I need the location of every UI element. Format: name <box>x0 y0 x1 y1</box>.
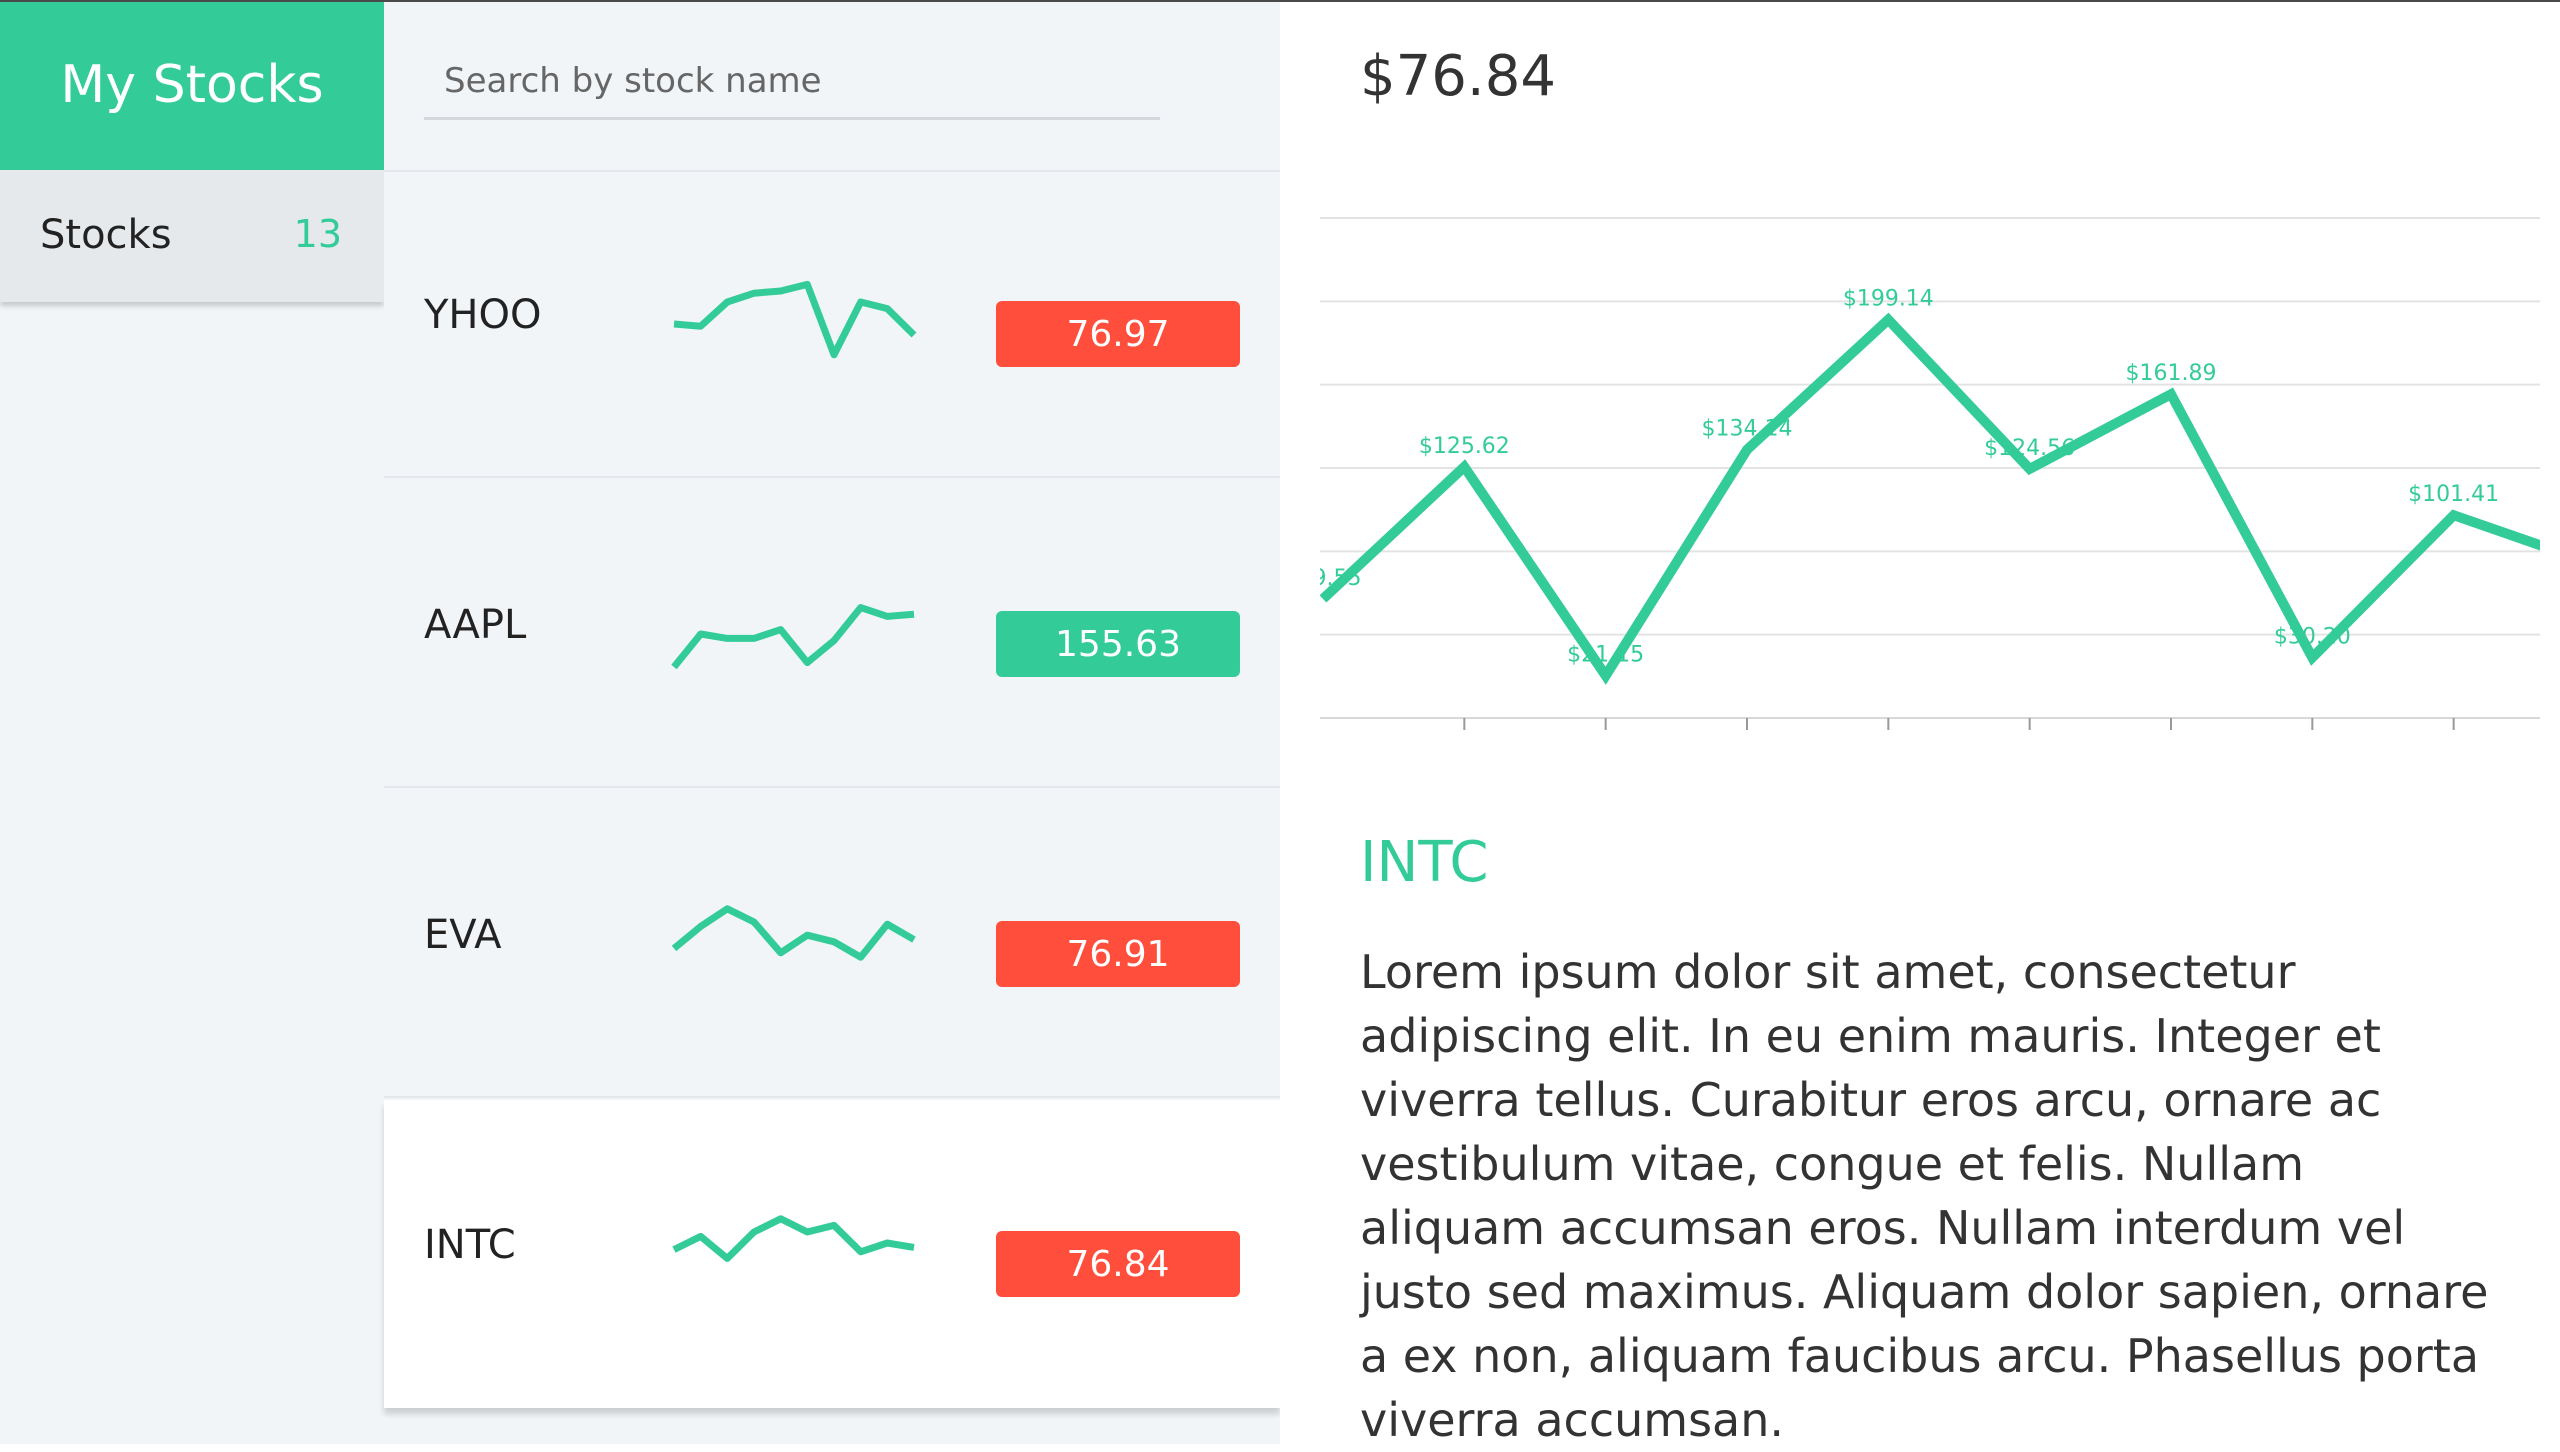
chart-data-label: $124.56 <box>1984 436 2075 461</box>
sidebar: My Stocks Stocks 13 <box>0 0 384 1444</box>
chart-data-label: $125.62 <box>1419 434 1510 459</box>
chart-data-label: $199.14 <box>1843 287 1934 312</box>
stock-row-aapl[interactable]: AAPL 155.63 <box>384 480 1280 788</box>
sidebar-item-stocks[interactable]: Stocks 13 <box>0 170 384 302</box>
stock-symbol: EVA <box>424 912 502 958</box>
stock-price-badge: 76.91 <box>996 921 1240 987</box>
stock-sparkline <box>673 280 917 359</box>
chart-series-line <box>1320 312 2540 685</box>
stock-sparkline <box>671 905 916 961</box>
stock-price-badge: 76.97 <box>996 301 1240 367</box>
chart-data-label: $21.15 <box>1567 643 1644 668</box>
sparkline-path <box>671 604 915 670</box>
sidebar-item-count: 13 <box>293 212 342 256</box>
sparkline-path <box>673 280 917 359</box>
stock-sparkline <box>671 604 915 670</box>
app-header: My Stocks <box>0 0 384 170</box>
chart-data-label: $101.41 <box>2408 482 2499 507</box>
stock-symbol: YHOO <box>424 292 542 338</box>
chart-data-label: $161.89 <box>2126 361 2217 386</box>
sidebar-item-label: Stocks <box>40 212 172 258</box>
chart-data-label: $59.55 <box>1320 566 1361 591</box>
app-title: My Stocks <box>60 55 324 115</box>
chart-data-label: $30.20 <box>2274 625 2351 650</box>
sparkline-path <box>672 1215 915 1262</box>
stock-detail-panel: $76.84 $59.55 $125.62 $21.15 $134.14 $199.14… <box>1280 0 2560 1447</box>
chart-data-label: $134.14 <box>1702 417 1793 442</box>
sparkline-path <box>671 905 916 961</box>
stock-row-eva[interactable]: EVA 76.91 <box>384 790 1280 1098</box>
current-price: $76.84 <box>1360 44 1556 109</box>
stock-description: Lorem ipsum dolor sit amet, consectetur … <box>1360 945 2489 1447</box>
stock-row-yhoo[interactable]: YHOO 76.97 <box>384 170 1280 478</box>
stock-symbol: INTC <box>424 1222 516 1268</box>
stock-row-intc[interactable]: INTC 76.84 <box>384 1100 1280 1408</box>
detail-stock-symbol: INTC <box>1360 830 1489 895</box>
stock-price-badge: 155.63 <box>996 611 1240 677</box>
stock-symbol: AAPL <box>424 602 527 648</box>
price-history-chart: $59.55 $125.62 $21.15 $134.14 $199.14 $124.56… <box>1320 217 2540 730</box>
window-top-border <box>0 0 2560 2</box>
search-input[interactable] <box>424 44 1160 120</box>
stock-sparkline <box>672 1215 915 1262</box>
stock-list: YHOO 76.97 AAPL 155.63 EVA 76.91 INTC 76… <box>384 0 1280 1444</box>
stock-price-badge: 76.84 <box>996 1231 1240 1297</box>
search-bar <box>384 0 1280 172</box>
